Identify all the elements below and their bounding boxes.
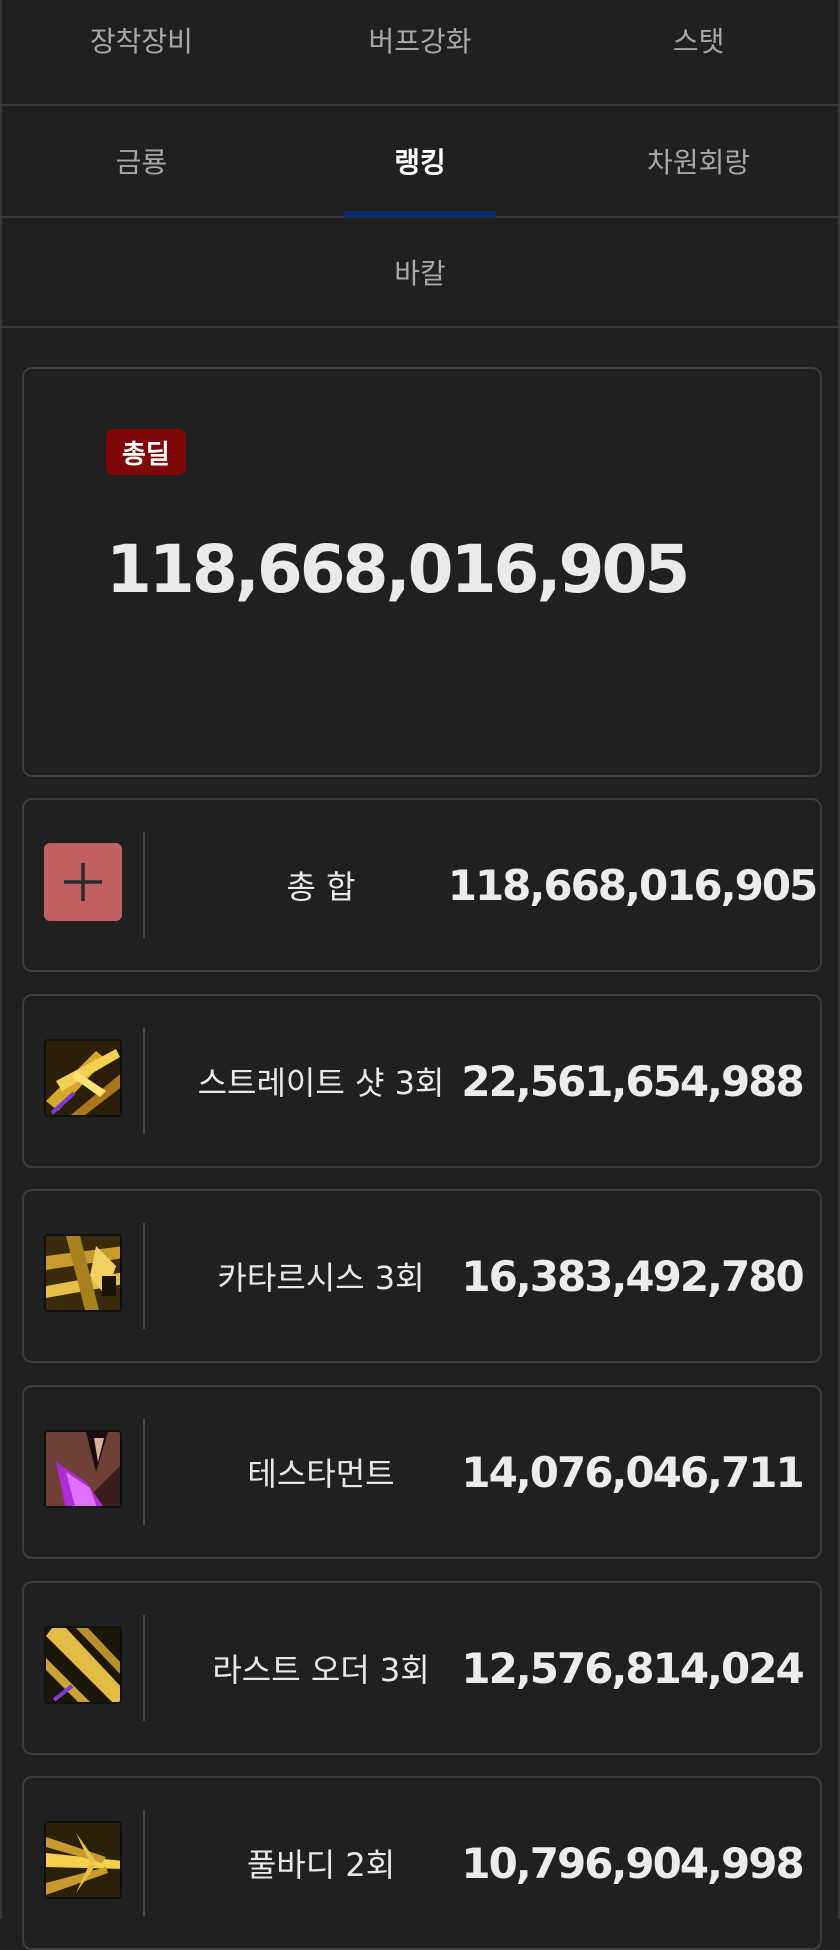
skill-name: 라스트 오더 3회 xyxy=(212,1651,430,1689)
damage-row-straight-shot[interactable]: 스트레이트 샷 3회 22,561,654,988 xyxy=(22,994,822,1168)
total-damage-value: 118,668,016,905 xyxy=(106,531,690,608)
skill-damage: 12,576,814,024 xyxy=(461,1643,804,1693)
skill-damage: 118,668,016,905 xyxy=(447,860,819,910)
skill-damage: 10,796,904,998 xyxy=(461,1838,804,1888)
tab-buff-enhance[interactable]: 버프강화 xyxy=(281,0,560,104)
row-divider xyxy=(143,1615,145,1721)
tab-ranking[interactable]: 랭킹 xyxy=(281,106,560,216)
tab-equipment[interactable]: 장착장비 xyxy=(2,0,281,104)
tab-row-raid: 바칼 xyxy=(2,218,838,328)
plus-icon[interactable] xyxy=(44,843,122,921)
row-divider xyxy=(143,832,145,938)
tab-row-equipment: 장착장비 버프강화 스탯 xyxy=(2,0,838,106)
skill-name: 테스타먼트 xyxy=(247,1455,395,1493)
tab-golden-dragon[interactable]: 금룡 xyxy=(2,106,281,216)
skill-damage: 22,561,654,988 xyxy=(461,1056,804,1106)
skill-damage: 16,383,492,780 xyxy=(461,1251,804,1301)
damage-row-total[interactable]: 총 합 118,668,016,905 xyxy=(22,798,822,972)
skill-name: 풀바디 2회 xyxy=(246,1846,396,1884)
damage-row-testament[interactable]: 테스타먼트 14,076,046,711 xyxy=(22,1385,822,1559)
total-damage-badge: 총딜 xyxy=(106,429,186,475)
damage-row-catharsis[interactable]: 카타르시스 3회 16,383,492,780 xyxy=(22,1189,822,1363)
skill-name: 총 합 xyxy=(286,868,356,906)
catharsis-skill-icon xyxy=(44,1234,122,1312)
damage-row-full-body[interactable]: 풀바디 2회 10,796,904,998 xyxy=(22,1776,822,1950)
tab-dimension-corridor[interactable]: 차원회랑 xyxy=(559,106,838,216)
last-order-skill-icon xyxy=(44,1626,122,1704)
total-damage-card: 총딜 118,668,016,905 xyxy=(22,367,822,777)
tab-stats[interactable]: 스탯 xyxy=(559,0,838,104)
straight-shot-skill-icon xyxy=(44,1039,122,1117)
row-divider xyxy=(143,1223,145,1329)
damage-row-last-order[interactable]: 라스트 오더 3회 12,576,814,024 xyxy=(22,1581,822,1755)
skill-name: 스트레이트 샷 3회 xyxy=(197,1064,445,1102)
row-divider xyxy=(143,1810,145,1916)
row-divider xyxy=(143,1419,145,1525)
tab-row-content: 금룡 랭킹 차원회랑 xyxy=(2,106,838,218)
skill-name: 카타르시스 3회 xyxy=(217,1259,425,1297)
row-divider xyxy=(143,1028,145,1134)
skill-damage: 14,076,046,711 xyxy=(461,1447,804,1497)
full-body-skill-icon xyxy=(44,1821,122,1899)
tab-bakal[interactable]: 바칼 xyxy=(2,218,838,326)
testament-skill-icon xyxy=(44,1430,122,1508)
